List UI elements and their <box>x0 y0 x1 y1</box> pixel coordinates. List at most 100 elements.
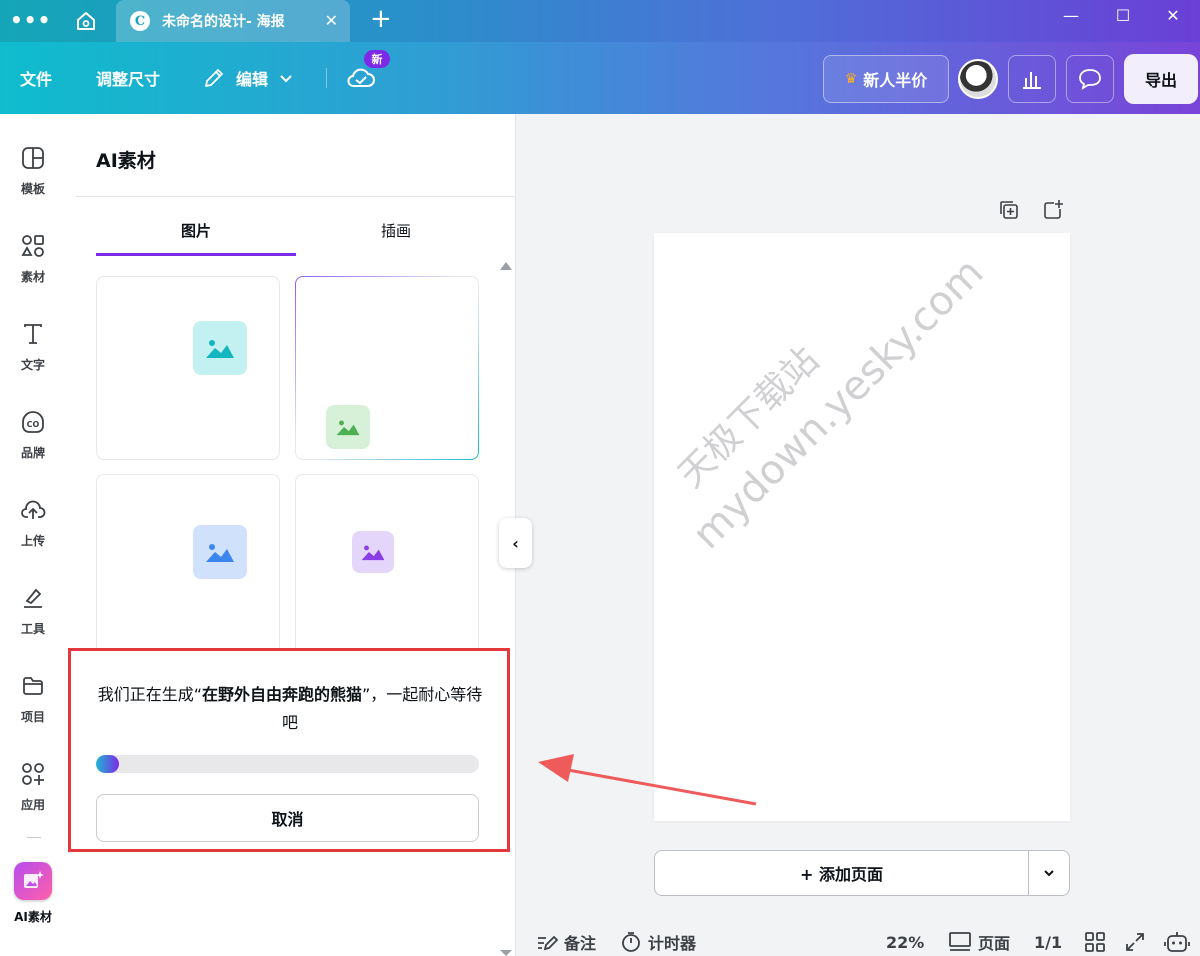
file-menu-button[interactable]: 文件 <box>20 42 52 114</box>
fullscreen-icon <box>1126 933 1144 951</box>
add-page-control: + 添加页面 <box>654 850 1070 896</box>
tab-images[interactable]: 图片 <box>96 212 296 256</box>
rail-label: 素材 <box>20 270 45 284</box>
svg-text:CO: CO <box>27 420 40 429</box>
result-card[interactable] <box>295 474 479 658</box>
grid-view-icon <box>1085 932 1105 952</box>
timer-icon <box>622 932 640 952</box>
pages-icon <box>949 932 971 951</box>
pencil-icon <box>205 69 223 87</box>
rail-item-text[interactable]: 文字 <box>0 318 66 398</box>
generating-subject: 在野外自由奔跑的熊猫 <box>201 685 362 704</box>
timer-button[interactable]: 计时器 <box>620 928 696 956</box>
rail-item-brand[interactable]: CO 品牌 <box>0 406 66 486</box>
panel-title: AI素材 <box>96 150 156 172</box>
maximize-icon[interactable]: ☐ <box>1108 6 1138 25</box>
insights-button[interactable] <box>1008 55 1056 103</box>
robot-icon <box>1164 932 1190 952</box>
menu-dots-icon[interactable]: ••• <box>10 10 51 30</box>
rail-label: 应用 <box>20 798 45 812</box>
notes-icon <box>538 935 558 951</box>
text-icon <box>24 324 42 344</box>
notes-label: 备注 <box>564 934 597 953</box>
export-button[interactable]: 导出 <box>1124 54 1198 104</box>
home-button[interactable] <box>60 0 112 42</box>
rail-label: 文字 <box>20 358 45 372</box>
zoom-level[interactable]: 22% <box>886 928 924 956</box>
notes-button[interactable]: 备注 <box>536 928 596 956</box>
tools-icon <box>24 588 42 608</box>
edit-label: 编辑 <box>236 70 269 89</box>
add-page-button[interactable]: + 添加页面 <box>655 851 1029 895</box>
add-page-dropdown[interactable] <box>1029 851 1069 895</box>
minimize-icon[interactable]: — <box>1056 6 1086 25</box>
pages-label: 页面 <box>978 934 1011 953</box>
add-page-icon-button[interactable] <box>1041 198 1065 222</box>
image-placeholder-icon <box>352 531 394 573</box>
rail-item-upload[interactable]: 上传 <box>0 494 66 574</box>
generating-dialog: 我们正在生成“在野外自由奔跑的熊猫”，一起耐心等待吧 取消 <box>68 648 510 852</box>
template-icon <box>22 147 44 169</box>
apps-icon <box>22 763 44 785</box>
image-placeholder-icon <box>193 321 247 375</box>
scroll-down-icon[interactable] <box>500 950 512 956</box>
rail-divider <box>27 837 41 838</box>
document-title: 未命名的设计- 海报 <box>162 14 285 30</box>
document-tab[interactable]: C 未命名的设计- 海报 ✕ <box>116 0 350 42</box>
assistant-button[interactable] <box>1164 928 1196 956</box>
timer-label: 计时器 <box>648 934 697 953</box>
brand-icon: CO <box>22 411 44 433</box>
annotation-arrow <box>538 754 757 806</box>
new-badge: 新 <box>364 50 390 68</box>
generation-progress-bar <box>96 755 479 773</box>
fullscreen-button[interactable] <box>1124 928 1152 956</box>
toolbar-divider <box>326 68 327 88</box>
canva-logo-icon: C <box>130 11 150 31</box>
title-bar: ••• C 未命名的设计- 海报 ✕ + — ☐ ✕ <box>0 0 1200 42</box>
rail-item-elements[interactable]: 素材 <box>0 230 66 310</box>
collapse-panel-button[interactable]: ‹ <box>499 518 532 568</box>
chevron-down-icon <box>1044 870 1054 877</box>
home-icon <box>77 12 95 30</box>
rail-item-projects[interactable]: 项目 <box>0 670 66 750</box>
avatar[interactable] <box>958 59 998 99</box>
rail-item-apps[interactable]: 应用 <box>0 758 66 838</box>
editor-toolbar: 文件 调整尺寸 编辑 新 ♛ 新人半价 导出 <box>0 42 1200 114</box>
rail-item-tools[interactable]: 工具 <box>0 582 66 662</box>
cloud-check-icon <box>347 68 375 87</box>
left-rail: 模板 素材 文字 CO 品牌 上传 工具 项目 应用 AI素材 <box>0 114 76 956</box>
window-close-icon[interactable]: ✕ <box>1158 6 1188 25</box>
image-placeholder-icon <box>326 405 370 449</box>
rail-label: 工具 <box>20 622 45 636</box>
grid-view-button[interactable] <box>1084 928 1112 956</box>
crown-icon: ♛ <box>844 71 858 87</box>
generating-message: 我们正在生成“在野外自由奔跑的熊猫”，一起耐心等待吧 <box>97 685 483 732</box>
resize-button[interactable]: 调整尺寸 <box>96 42 160 114</box>
panel-divider <box>76 196 516 197</box>
rail-item-ai-assets[interactable]: AI素材 <box>0 862 66 942</box>
page-count: 1/1 <box>1034 932 1063 952</box>
new-tab-icon[interactable]: + <box>370 4 392 34</box>
bar-chart-icon <box>1023 72 1041 89</box>
pages-button[interactable]: 页面 <box>948 928 1010 956</box>
rail-item-templates[interactable]: 模板 <box>0 142 66 222</box>
upload-icon <box>21 500 46 519</box>
comments-button[interactable] <box>1066 55 1114 103</box>
edit-menu-button[interactable]: 编辑 <box>202 42 294 114</box>
rail-label: 品牌 <box>20 446 45 460</box>
add-page-icon <box>1044 200 1063 219</box>
cancel-button[interactable]: 取消 <box>96 794 479 842</box>
ai-magic-icon <box>14 862 52 900</box>
close-tab-icon[interactable]: ✕ <box>325 11 338 30</box>
duplicate-page-button[interactable] <box>997 198 1021 222</box>
scroll-up-icon[interactable] <box>500 262 512 270</box>
result-card[interactable] <box>96 276 280 460</box>
result-card-loading[interactable] <box>295 276 479 460</box>
chevron-down-icon <box>280 75 292 83</box>
duplicate-icon <box>1000 201 1018 219</box>
result-card[interactable] <box>96 474 280 658</box>
comment-icon <box>1079 69 1101 90</box>
tab-illustrations[interactable]: 插画 <box>296 212 496 256</box>
design-page[interactable]: 天极下载站 mydown.yesky.com <box>654 233 1070 821</box>
promo-button[interactable]: ♛ 新人半价 <box>823 55 949 103</box>
